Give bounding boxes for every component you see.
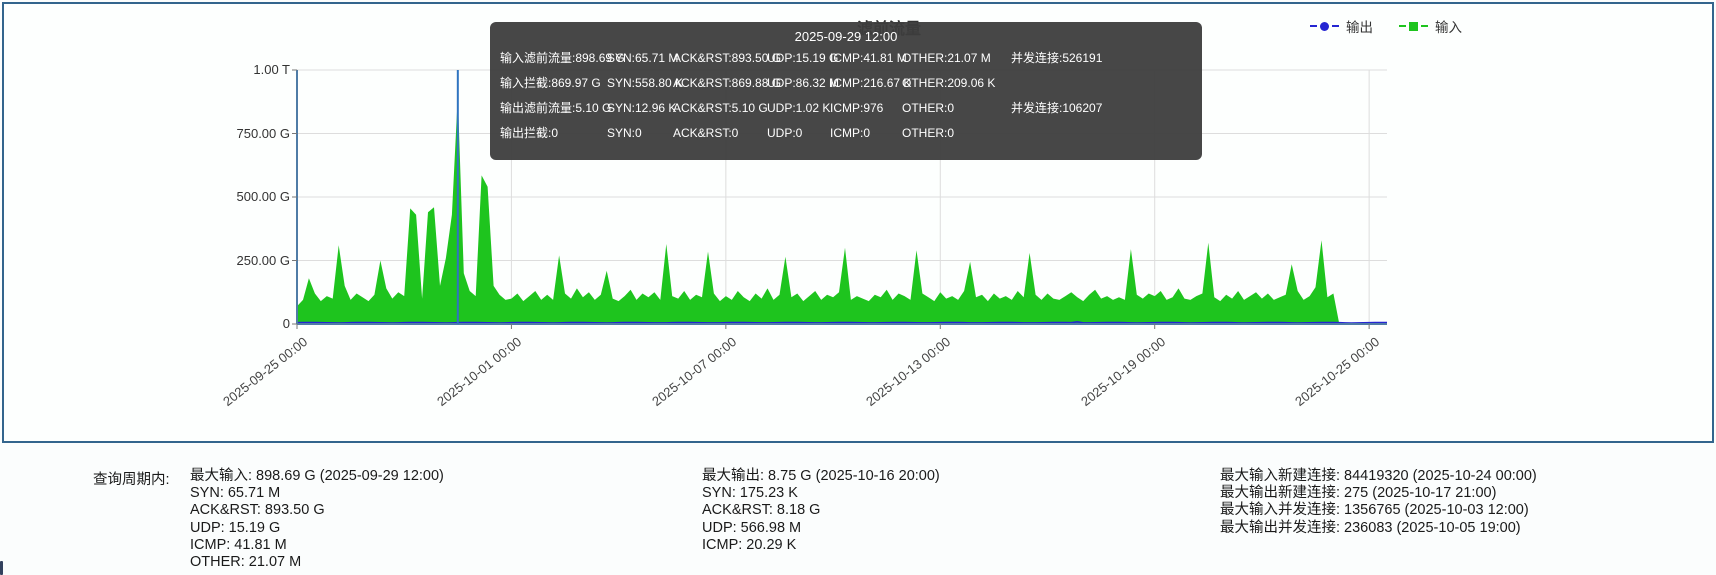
tooltip-cell [1011,121,1192,146]
legend-item-input[interactable]: 输入 [1399,16,1462,36]
y-axis-tick-label: 750.00 G [210,126,290,141]
summary-connections-column: 最大输入新建连接: 84419320 (2025-10-24 00:00)最大输… [1220,468,1537,537]
tooltip-cell: 输出拦截:0 [500,121,607,146]
tooltip-row: 输入滤前流量:898.69 GSYN:65.71 MACK&RST:893.50… [500,46,1192,71]
tooltip-cell: OTHER:21.07 M [902,46,1011,71]
tooltip-cell: ICMP:216.67 K [830,71,902,96]
page: 滤前流量 输出输入 1.00 T750.00 G500.00 G250.00 G… [0,0,1716,575]
tooltip-cell: ACK&RST:0 [673,121,767,146]
tooltip-row: 输出滤前流量:5.10 GSYN:12.96 KACK&RST:5.10 GUD… [500,96,1192,121]
tooltip-cell: 并发连接:106207 [1011,96,1192,121]
summary-line: 最大输入: 898.69 G (2025-09-29 12:00) [190,468,444,485]
tooltip-cell: UDP:86.32 M [767,71,830,96]
square-marker-icon [1409,22,1418,31]
chart-tooltip: 2025-09-29 12:00 输入滤前流量:898.69 GSYN:65.7… [490,22,1202,160]
panel-corner-fragment [0,561,3,575]
summary-line: UDP: 566.98 M [702,520,940,537]
tooltip-cell: SYN:0 [607,121,673,146]
tooltip-rows: 输入滤前流量:898.69 GSYN:65.71 MACK&RST:893.50… [500,46,1192,146]
summary-max-output-column: 最大输出: 8.75 G (2025-10-16 20:00)SYN: 175.… [702,468,940,554]
y-axis-tick-label: 500.00 G [210,189,290,204]
legend-dash-icon [1399,25,1406,27]
y-axis-tick-label: 1.00 T [210,62,290,77]
tooltip-cell: ICMP:0 [830,121,902,146]
summary-line: ACK&RST: 893.50 G [190,502,444,519]
tooltip-cell: UDP:1.02 K [767,96,830,121]
tooltip-cell: 输入拦截:869.97 G [500,71,607,96]
summary-line: 最大输入并发连接: 1356765 (2025-10-03 12:00) [1220,502,1537,519]
tooltip-cell: UDP:0 [767,121,830,146]
legend-dash-icon [1332,25,1339,27]
legend-label: 输出 [1346,16,1373,36]
tooltip-cell: SYN:558.80 K [607,71,673,96]
legend-item-output[interactable]: 输出 [1310,16,1373,36]
tooltip-cell: 输入滤前流量:898.69 G [500,46,607,71]
tooltip-cell: ACK&RST:5.10 G [673,96,767,121]
tooltip-timestamp: 2025-09-29 12:00 [500,28,1192,46]
tooltip-cell: OTHER:209.06 K [902,71,1011,96]
summary-line: 最大输出: 8.75 G (2025-10-16 20:00) [702,468,940,485]
summary-line: OTHER: 21.07 M [190,554,444,571]
summary-section: 查询周期内: 最大输入: 898.69 G (2025-09-29 12:00)… [0,455,1716,575]
chart-legend: 输出 输入 [1310,16,1462,36]
summary-line: 最大输出新建连接: 275 (2025-10-17 21:00) [1220,485,1537,502]
tooltip-cell [1011,71,1192,96]
legend-dash-icon [1421,25,1428,27]
output-line-series [297,322,1387,323]
summary-line: 最大输入新建连接: 84419320 (2025-10-24 00:00) [1220,468,1537,485]
tooltip-cell: 并发连接:526191 [1011,46,1192,71]
tooltip-row: 输入拦截:869.97 GSYN:558.80 KACK&RST:869.88 … [500,71,1192,96]
tooltip-cell: OTHER:0 [902,121,1011,146]
summary-line: ICMP: 41.81 M [190,537,444,554]
tooltip-cell: ICMP:976 [830,96,902,121]
tooltip-cell: OTHER:0 [902,96,1011,121]
summary-line: ICMP: 20.29 K [702,537,940,554]
period-label: 查询周期内: [93,468,170,489]
tooltip-cell: ICMP:41.81 M [830,46,902,71]
tooltip-cell: ACK&RST:893.50 G [673,46,767,71]
tooltip-cell: ACK&RST:869.88 G [673,71,767,96]
tooltip-cell: SYN:12.96 K [607,96,673,121]
tooltip-cell: SYN:65.71 M [607,46,673,71]
summary-line: SYN: 65.71 M [190,485,444,502]
summary-line: SYN: 175.23 K [702,485,940,502]
tooltip-cell: UDP:15.19 G [767,46,830,71]
circle-marker-icon [1320,22,1329,31]
summary-line: ACK&RST: 8.18 G [702,502,940,519]
tooltip-cell: 输出滤前流量:5.10 G [500,96,607,121]
legend-dash-icon [1310,25,1317,27]
summary-max-input-column: 最大输入: 898.69 G (2025-09-29 12:00)SYN: 65… [190,468,444,571]
legend-label: 输入 [1435,16,1462,36]
summary-line: UDP: 15.19 G [190,520,444,537]
tooltip-row: 输出拦截:0SYN:0ACK&RST:0UDP:0ICMP:0OTHER:0 [500,121,1192,146]
summary-line: 最大输出并发连接: 236083 (2025-10-05 19:00) [1220,520,1537,537]
y-axis-tick-label: 0 [210,316,290,331]
y-axis-tick-label: 250.00 G [210,253,290,268]
